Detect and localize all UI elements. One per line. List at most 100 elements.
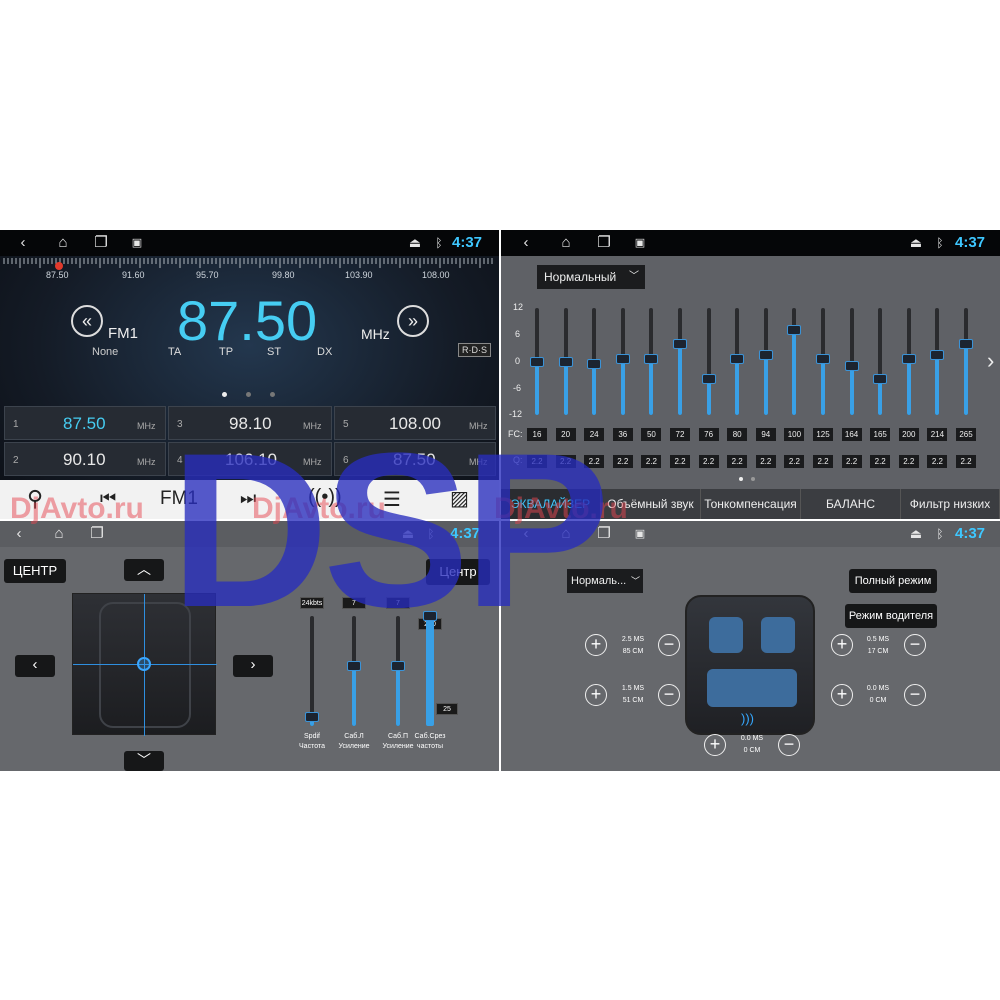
eq-fc-value[interactable]: 94 <box>755 428 776 441</box>
eq-q-value[interactable]: 2.2 <box>698 455 719 468</box>
eq-q-value[interactable]: 2.2 <box>755 455 776 468</box>
unit-label: MHz <box>361 326 390 342</box>
frequency-display: 87.50 <box>177 289 318 352</box>
eq-fc-value[interactable]: 214 <box>927 428 948 441</box>
recents-icon[interactable]: ❐ <box>90 230 112 256</box>
balance-point[interactable] <box>137 657 151 671</box>
eq-knob[interactable] <box>901 354 916 365</box>
back-icon[interactable]: ‹ <box>515 230 537 256</box>
flag-tp: TP <box>219 346 234 358</box>
eq-q-value[interactable]: 2.2 <box>641 455 662 468</box>
eq-q-value[interactable]: 2.2 <box>612 455 633 468</box>
eq-q-value[interactable]: 2.2 <box>956 455 976 468</box>
seat-rear <box>707 669 797 707</box>
eq-q-value[interactable]: 2.2 <box>670 455 690 468</box>
eq-q-value[interactable]: 2.2 <box>927 455 948 468</box>
up-arrow-button[interactable]: ︿ <box>124 559 164 581</box>
left-arrow-button[interactable]: ‹ <box>15 655 55 677</box>
back-icon[interactable]: ‹ <box>12 230 34 256</box>
eq-fc-value[interactable]: 164 <box>841 428 862 441</box>
home-icon[interactable]: ⌂ <box>52 230 74 256</box>
eq-q-value[interactable]: 2.2 <box>727 455 748 468</box>
eq-preset-dropdown[interactable]: Нормальный ﹀ <box>537 265 645 289</box>
tab-balance[interactable]: БАЛАНС <box>801 489 901 519</box>
preset-1[interactable]: 1 87.50 MHz <box>4 406 166 440</box>
chevron-right-icon[interactable]: › <box>987 348 994 374</box>
scale-label: 108.00 <box>422 270 450 280</box>
eq-fc-value[interactable]: 265 <box>956 428 976 441</box>
tab-lowpass[interactable]: Фильтр низких <box>901 489 1000 519</box>
screenshot-icon[interactable]: ▣ <box>629 230 651 256</box>
slider-knob[interactable] <box>391 660 405 671</box>
preset-2[interactable]: 2 90.10 MHz <box>4 442 166 476</box>
clock: 4:37 <box>452 234 483 251</box>
driver-mode-button[interactable]: Режим водителя <box>845 604 937 628</box>
eq-q-value[interactable]: 2.2 <box>870 455 891 468</box>
rl-minus-button[interactable]: − <box>658 684 680 706</box>
eq-fc-value[interactable]: 36 <box>612 428 633 441</box>
collage: ‹ ⌂ ❐ ▣ ⏏ ᛒ 4:37 87.50 91.60 95.70 99.80… <box>0 0 1000 1000</box>
eq-knob[interactable] <box>701 374 716 385</box>
rr-minus-button[interactable]: − <box>904 684 926 706</box>
chevron-down-icon: ﹀ <box>629 271 639 282</box>
eq-knob[interactable] <box>558 356 573 367</box>
sub-minus-button[interactable]: − <box>778 734 800 756</box>
eq-fc-value[interactable]: 100 <box>784 428 805 441</box>
eq-fc-value[interactable]: 72 <box>670 428 690 441</box>
eq-fc-value[interactable]: 165 <box>870 428 891 441</box>
eq-q-value[interactable]: 2.2 <box>813 455 833 468</box>
rds-badge: R·D·S <box>458 343 491 357</box>
eq-knob[interactable] <box>530 356 544 367</box>
eq-fc-value[interactable]: 200 <box>898 428 919 441</box>
eq-knob[interactable] <box>730 354 745 365</box>
eq-fill <box>935 354 940 415</box>
recents-icon[interactable]: ❐ <box>593 230 615 256</box>
fr-minus-button[interactable]: − <box>904 634 926 656</box>
scale-marker[interactable] <box>55 262 63 270</box>
rr-plus-button[interactable]: + <box>831 684 853 706</box>
screenshot-icon[interactable]: ▣ <box>126 230 148 256</box>
screenshot-icon[interactable]: ▣ <box>629 521 651 547</box>
home-icon[interactable]: ⌂ <box>555 230 577 256</box>
eq-fc-value[interactable]: 76 <box>698 428 719 441</box>
eq-q-value[interactable]: 2.2 <box>898 455 919 468</box>
full-mode-button[interactable]: Полный режим <box>849 569 937 593</box>
fl-minus-button[interactable]: − <box>658 634 680 656</box>
tab-loudness[interactable]: Тонкомпенсация <box>701 489 801 519</box>
eq-knob[interactable] <box>844 360 859 371</box>
eq-knob[interactable] <box>873 374 888 385</box>
center-left-button[interactable]: ЦЕНТР <box>4 559 66 583</box>
eq-fc-value[interactable]: 50 <box>641 428 662 441</box>
eject-icon[interactable]: ⏏ <box>404 230 426 256</box>
eq-knob[interactable] <box>587 358 602 369</box>
sub-plus-button[interactable]: + <box>704 734 726 756</box>
eject-icon[interactable]: ⏏ <box>905 521 927 547</box>
eq-knob[interactable] <box>959 338 973 349</box>
slider-knob[interactable] <box>305 712 319 723</box>
eq-fc-value[interactable]: 125 <box>813 428 833 441</box>
sub-cm: 0 CM <box>743 747 761 754</box>
eq-q-value[interactable]: 2.2 <box>841 455 862 468</box>
slider-knob[interactable] <box>347 660 361 671</box>
eject-icon[interactable]: ⏏ <box>905 230 927 256</box>
eq-q-value[interactable]: 2.2 <box>784 455 805 468</box>
eq-knob[interactable] <box>615 354 630 365</box>
rr-cm: 0 CM <box>869 697 887 704</box>
eq-y-tick: -6 <box>513 383 522 393</box>
eq-knob[interactable] <box>816 354 830 365</box>
eq-knob[interactable] <box>673 338 687 349</box>
seek-forward-button[interactable]: » <box>397 305 429 337</box>
eq-y-tick: 12 <box>513 302 524 312</box>
eq-fc-value[interactable]: 80 <box>727 428 748 441</box>
eq-knob[interactable] <box>787 325 802 336</box>
eq-knob[interactable] <box>758 349 773 360</box>
eq-fill <box>649 359 654 415</box>
right-arrow-button[interactable]: › <box>233 655 273 677</box>
eq-knob[interactable] <box>930 349 945 360</box>
rl-plus-button[interactable]: + <box>585 684 607 706</box>
seek-back-button[interactable]: « <box>71 305 103 337</box>
eq-knob[interactable] <box>644 354 659 365</box>
fr-plus-button[interactable]: + <box>831 634 853 656</box>
down-arrow-button[interactable]: ﹀ <box>124 751 164 771</box>
seat-front-right <box>761 617 795 653</box>
